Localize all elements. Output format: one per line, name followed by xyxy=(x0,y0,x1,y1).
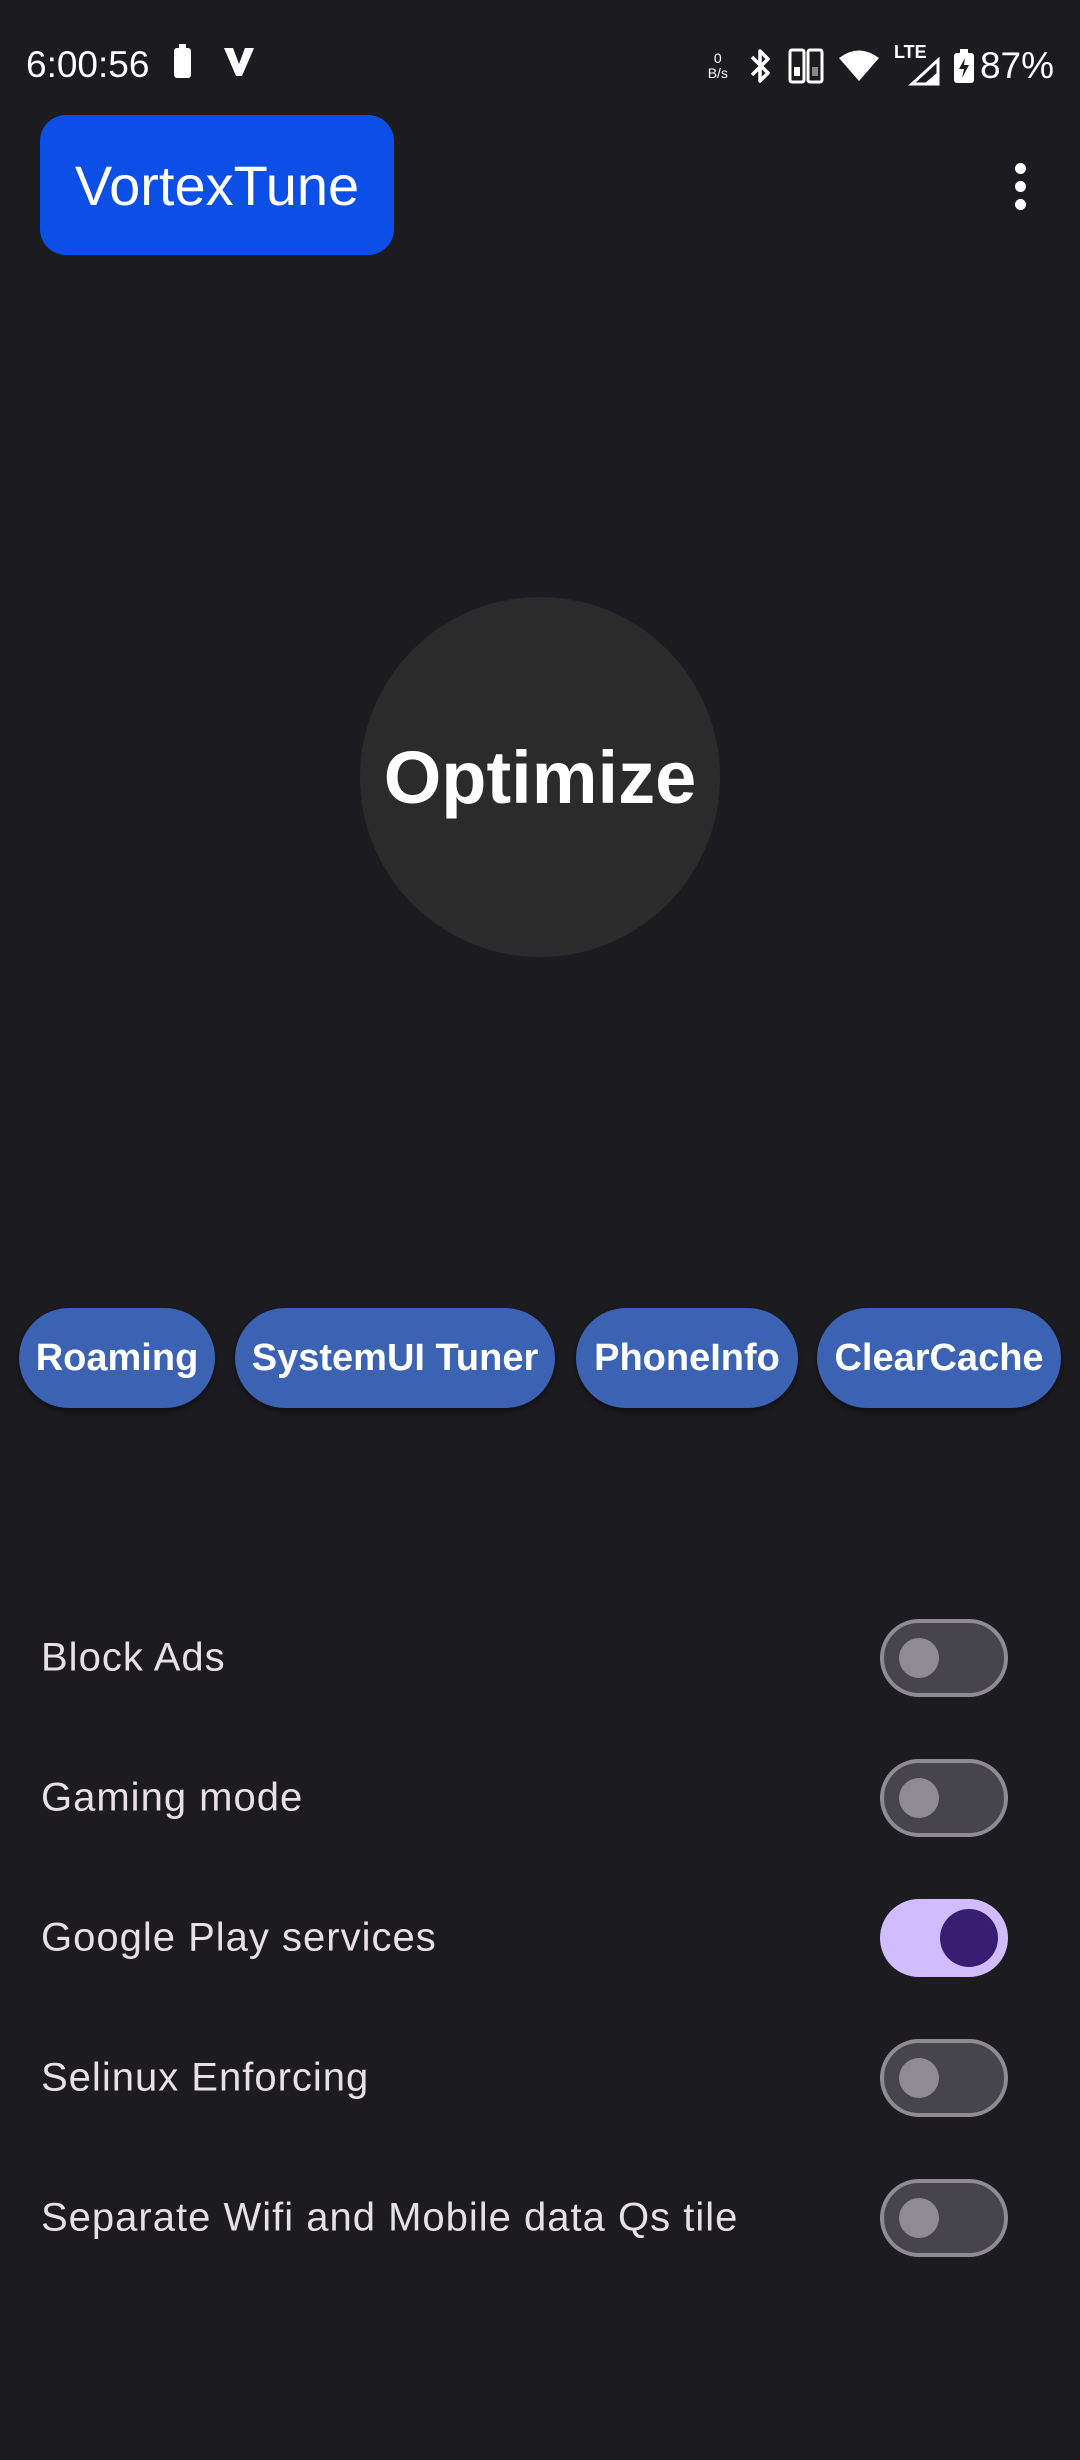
battery-indicator: 87% xyxy=(953,45,1054,87)
phone-info-button[interactable]: PhoneInfo xyxy=(576,1308,798,1408)
setting-row-separate-qs-tile: Separate Wifi and Mobile data Qs tile xyxy=(0,2168,1080,2268)
toggle-thumb xyxy=(899,1638,939,1678)
toggle-thumb xyxy=(899,2198,939,2238)
menu-dot xyxy=(1014,198,1026,210)
roaming-button[interactable]: Roaming xyxy=(19,1308,215,1408)
net-speed-indicator: 0 B/s xyxy=(708,51,728,81)
battery-charging-icon xyxy=(953,49,974,83)
toggle-thumb xyxy=(899,2058,939,2098)
toggle-thumb xyxy=(940,1909,998,1967)
net-speed-value: 0 xyxy=(713,50,722,66)
setting-row-gaming-mode: Gaming mode xyxy=(0,1748,1080,1848)
setting-row-block-ads: Block Ads xyxy=(0,1608,1080,1708)
app-screen: 6:00:56 0 B/s LTE 87% VortexTune Optimiz… xyxy=(0,0,1080,2460)
wifi-icon xyxy=(838,49,880,83)
setting-row-google-play-services: Google Play services xyxy=(0,1888,1080,1988)
app-title: VortexTune xyxy=(40,115,394,255)
menu-dot xyxy=(1014,162,1026,174)
setting-label: Separate Wifi and Mobile data Qs tile xyxy=(41,2195,739,2240)
setting-label: Block Ads xyxy=(41,1635,226,1680)
google-play-services-toggle[interactable] xyxy=(880,1899,1008,1977)
setting-label: Google Play services xyxy=(41,1915,437,1960)
optimize-button[interactable]: Optimize xyxy=(360,597,720,957)
setting-label: Gaming mode xyxy=(41,1775,304,1820)
setting-row-selinux-enforcing: Selinux Enforcing xyxy=(0,2028,1080,2128)
v-app-icon xyxy=(222,46,256,78)
selinux-enforcing-toggle[interactable] xyxy=(880,2039,1008,2117)
net-speed-unit: B/s xyxy=(707,65,728,81)
block-ads-toggle[interactable] xyxy=(880,1619,1008,1697)
dual-sim-icon xyxy=(788,47,824,85)
gaming-mode-toggle[interactable] xyxy=(880,1759,1008,1837)
status-icons: 0 B/s LTE 87% xyxy=(708,42,1054,88)
status-bar: 6:00:56 0 B/s LTE 87% xyxy=(0,0,1080,130)
clear-cache-button[interactable]: ClearCache xyxy=(817,1308,1061,1408)
separate-qs-tile-toggle[interactable] xyxy=(880,2179,1008,2257)
systemui-tuner-button[interactable]: SystemUI Tuner xyxy=(235,1308,555,1408)
toggle-thumb xyxy=(899,1778,939,1818)
bluetooth-icon xyxy=(746,47,774,85)
lte-signal-icon: LTE xyxy=(894,42,940,86)
battery-saver-icon xyxy=(174,44,191,78)
status-time: 6:00:56 xyxy=(26,44,150,85)
setting-label: Selinux Enforcing xyxy=(41,2055,370,2100)
battery-level: 87% xyxy=(979,45,1054,86)
overflow-menu-icon[interactable] xyxy=(996,150,1044,222)
menu-dot xyxy=(1014,180,1026,192)
